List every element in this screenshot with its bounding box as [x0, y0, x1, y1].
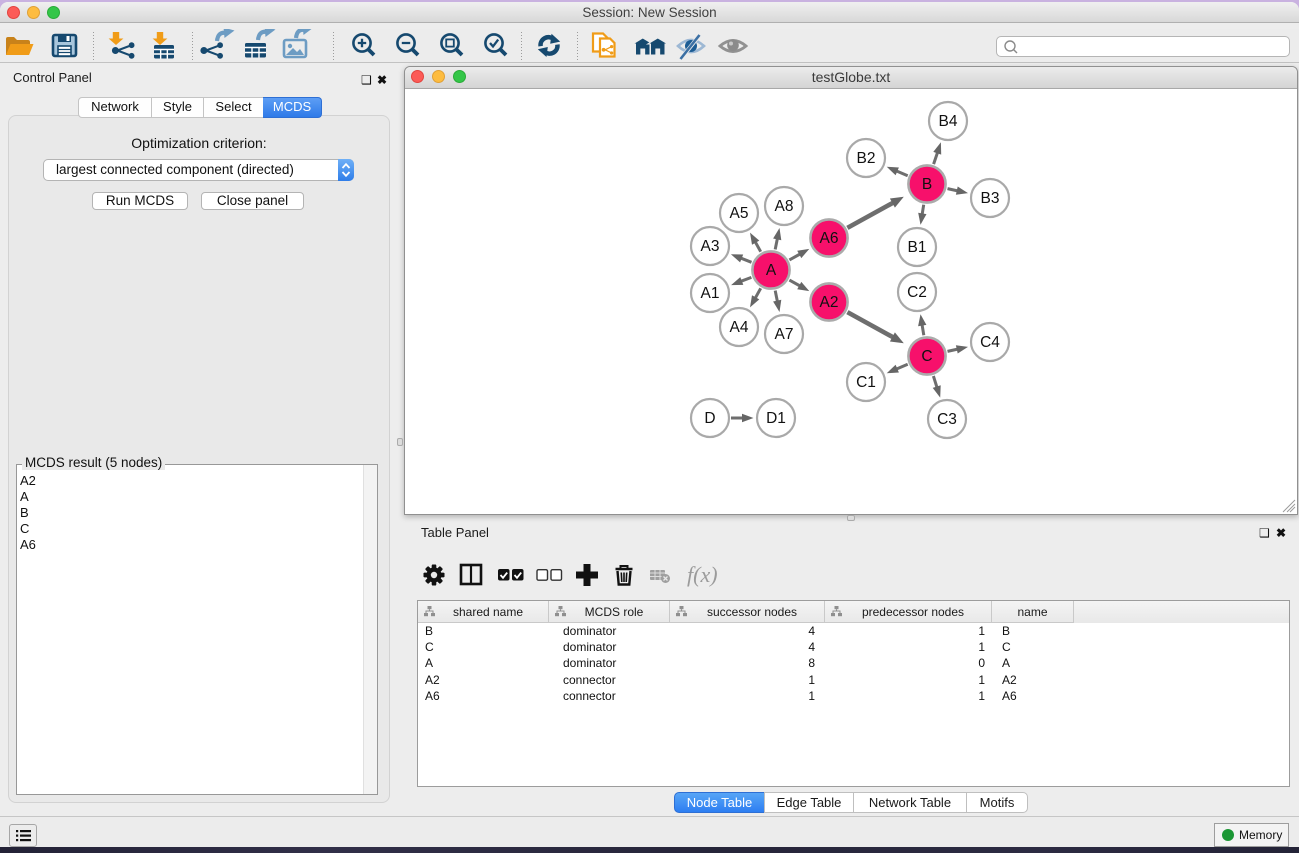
- svg-text:B3: B3: [981, 190, 1000, 207]
- svg-text:B4: B4: [939, 113, 958, 130]
- svg-text:C2: C2: [907, 284, 927, 301]
- svg-text:B2: B2: [857, 150, 876, 167]
- svg-text:A: A: [766, 262, 777, 279]
- svg-text:Memory: Memory: [1239, 828, 1282, 842]
- svg-text:B: B: [922, 176, 932, 193]
- svg-text:B1: B1: [908, 239, 927, 256]
- svg-text:C1: C1: [856, 374, 876, 391]
- svg-text:A4: A4: [730, 319, 749, 336]
- svg-text:C3: C3: [937, 411, 957, 428]
- svg-text:D1: D1: [766, 410, 786, 427]
- svg-text:D: D: [704, 410, 715, 427]
- svg-text:A8: A8: [775, 198, 794, 215]
- svg-text:A6: A6: [820, 230, 839, 247]
- svg-text:C4: C4: [980, 334, 1000, 351]
- svg-text:A5: A5: [730, 205, 749, 222]
- svg-text:A3: A3: [701, 238, 720, 255]
- svg-text:A2: A2: [820, 294, 839, 311]
- svg-text:f(x): f(x): [687, 562, 718, 587]
- svg-text:A7: A7: [775, 326, 794, 343]
- svg-text:C: C: [921, 348, 932, 365]
- svg-text:A1: A1: [701, 285, 720, 302]
